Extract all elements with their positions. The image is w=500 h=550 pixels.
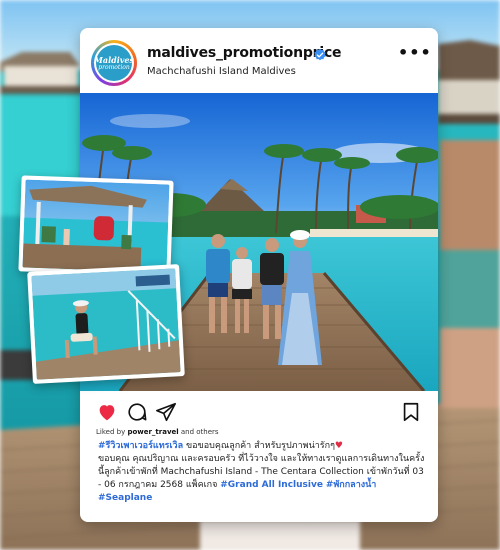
post-location[interactable]: Machchafushi Island Maldives: [147, 66, 296, 77]
hashtag-overwater[interactable]: #พักกลางน้ำ: [326, 480, 377, 490]
post-header: Maldives promotion maldives_promotionpri…: [80, 28, 438, 92]
bookmark-icon[interactable]: [400, 401, 422, 423]
balcony-sea-photo: [31, 268, 181, 380]
comment-icon[interactable]: [126, 401, 148, 423]
avatar[interactable]: Maldives promotion: [91, 40, 137, 86]
more-options-button[interactable]: •••: [398, 43, 431, 63]
paper-plane-icon[interactable]: [155, 401, 177, 423]
photo-card-villa: [18, 175, 174, 277]
villa-deck-photo: [22, 179, 170, 273]
avatar-logo-line2: promotion: [98, 63, 130, 71]
hashtag-seaplane[interactable]: #Seaplane: [98, 493, 152, 503]
verified-badge-icon: [314, 48, 326, 61]
caption-intro: ขอขอบคุณลูกค้า สำหรับรูปภาพน่ารักๆ: [183, 441, 335, 451]
photo-card-balcony: [27, 264, 185, 384]
post-action-bar: [80, 396, 438, 426]
heart-icon[interactable]: [96, 401, 118, 423]
heart-emoji: ♥: [334, 441, 343, 451]
hashtag-review[interactable]: #รีวิวเพาเวอร์แทรเวิล: [98, 441, 183, 451]
liked-by-text[interactable]: Liked by power_travel and others: [96, 428, 219, 436]
liked-by-user[interactable]: power_travel: [127, 428, 178, 436]
avatar-logo: Maldives promotion: [94, 45, 134, 81]
avatar-logo-line1: Maldives: [94, 54, 134, 65]
hashtag-package[interactable]: #Grand All Inclusive: [220, 480, 323, 490]
post-caption: #รีวิวเพาเวอร์แทรเวิล ขอขอบคุณลูกค้า สำห…: [98, 440, 428, 505]
